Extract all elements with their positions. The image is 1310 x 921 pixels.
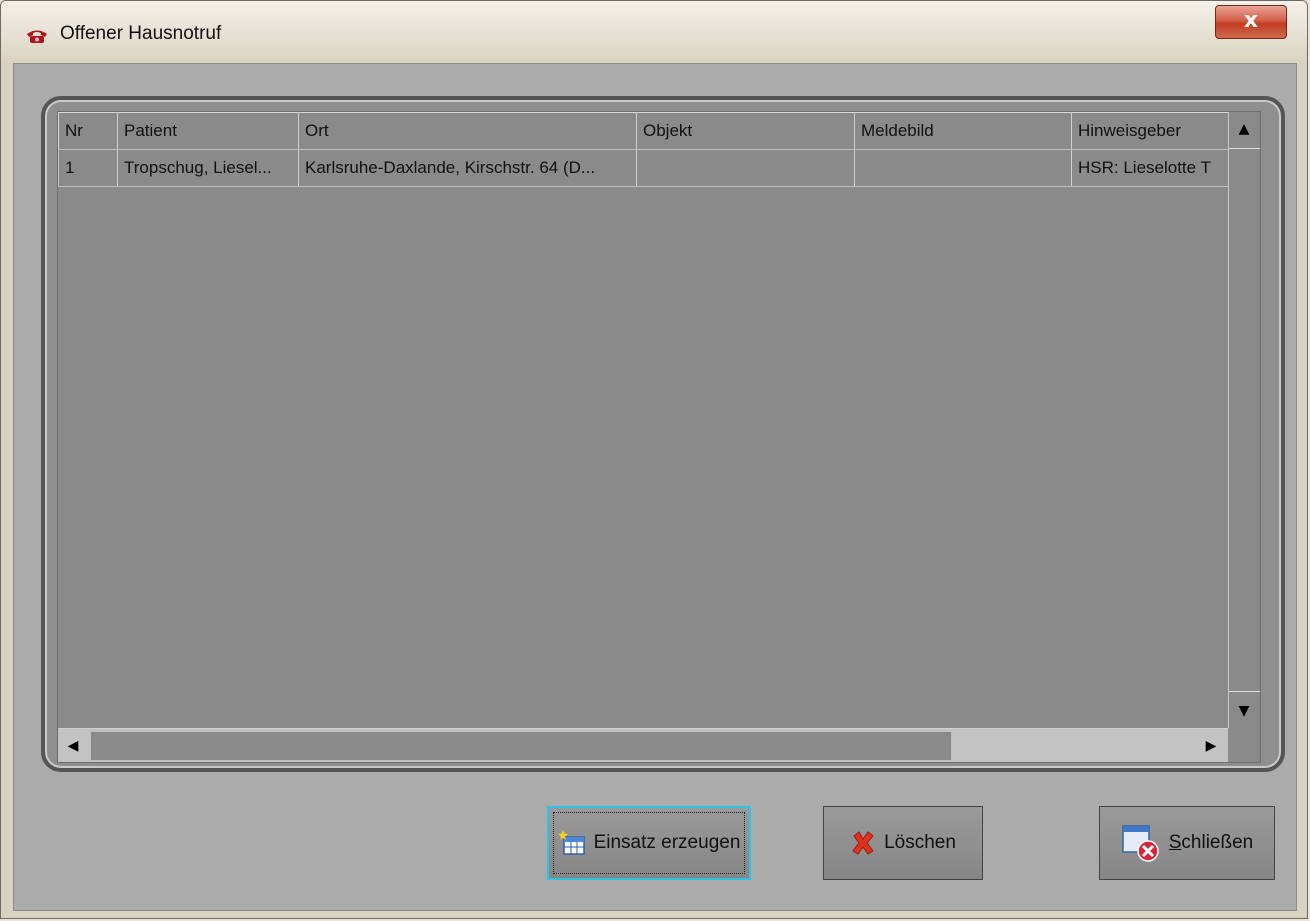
close-window-button[interactable]: x bbox=[1215, 5, 1287, 39]
red-x-icon bbox=[852, 831, 874, 855]
horizontal-scroll-thumb[interactable] bbox=[90, 731, 952, 761]
einsatz-erzeugen-button[interactable]: Einsatz erzeugen bbox=[547, 806, 751, 880]
close-icon: x bbox=[1243, 8, 1259, 33]
column-header-meldebild[interactable]: Meldebild bbox=[854, 112, 1072, 150]
dialog-client-area: Nr Patient Ort Objekt Meldebild Hinweisg… bbox=[13, 63, 1297, 911]
grid-frame: Nr Patient Ort Objekt Meldebild Hinweisg… bbox=[41, 96, 1285, 772]
cell-ort[interactable]: Karlsruhe-Daxlande, Kirschstr. 64 (D... bbox=[298, 149, 637, 187]
new-table-icon bbox=[557, 830, 585, 855]
schliessen-label-rest: chließen bbox=[1181, 832, 1254, 853]
window-close-icon bbox=[1121, 825, 1159, 862]
horizontal-scrollbar[interactable]: ◀ ▶ bbox=[58, 728, 1228, 762]
column-header-nr[interactable]: Nr bbox=[58, 112, 118, 150]
scrollbar-corner bbox=[1228, 728, 1260, 762]
cell-patient[interactable]: Tropschug, Liesel... bbox=[117, 149, 299, 187]
scroll-up-arrow-icon[interactable]: ▲ bbox=[1229, 112, 1259, 146]
vertical-scrollbar[interactable]: ▲ ▼ bbox=[1228, 112, 1260, 728]
dialog-window: Offener Hausnotruf x Nr Patient Ort Obje… bbox=[0, 0, 1308, 919]
schliessen-button[interactable]: Schließen bbox=[1099, 806, 1275, 880]
table-header-row: Nr Patient Ort Objekt Meldebild Hinweisg… bbox=[58, 112, 1229, 150]
schliessen-mnemonic: S bbox=[1168, 832, 1182, 853]
column-header-objekt[interactable]: Objekt bbox=[636, 112, 855, 150]
calls-table: Nr Patient Ort Objekt Meldebild Hinweisg… bbox=[58, 112, 1229, 187]
cell-nr[interactable]: 1 bbox=[58, 149, 118, 187]
window-title: Offener Hausnotruf bbox=[60, 23, 222, 44]
cell-meldebild[interactable] bbox=[854, 149, 1072, 187]
scroll-down-arrow-icon[interactable]: ▼ bbox=[1229, 694, 1259, 728]
vertical-scroll-thumb[interactable] bbox=[1229, 148, 1260, 692]
scroll-left-arrow-icon[interactable]: ◀ bbox=[58, 729, 88, 762]
telephone-icon bbox=[27, 30, 47, 43]
table-row[interactable]: 1 Tropschug, Liesel... Karlsruhe-Daxland… bbox=[58, 149, 1229, 187]
title-bar[interactable]: Offener Hausnotruf x bbox=[1, 1, 1307, 63]
scroll-right-arrow-icon[interactable]: ▶ bbox=[1196, 729, 1226, 762]
column-header-ort[interactable]: Ort bbox=[298, 112, 637, 150]
column-header-patient[interactable]: Patient bbox=[117, 112, 299, 150]
loeschen-label: Löschen bbox=[884, 832, 956, 853]
emergency-call-grid[interactable]: Nr Patient Ort Objekt Meldebild Hinweisg… bbox=[57, 111, 1261, 763]
column-header-hinweisgeber[interactable]: Hinweisgeber bbox=[1071, 112, 1229, 150]
loeschen-button[interactable]: Löschen bbox=[823, 806, 983, 880]
cell-objekt[interactable] bbox=[636, 149, 855, 187]
schliessen-label: Schließen bbox=[1169, 832, 1254, 854]
cell-hinweisgeber[interactable]: HSR: Lieselotte T bbox=[1071, 149, 1229, 187]
